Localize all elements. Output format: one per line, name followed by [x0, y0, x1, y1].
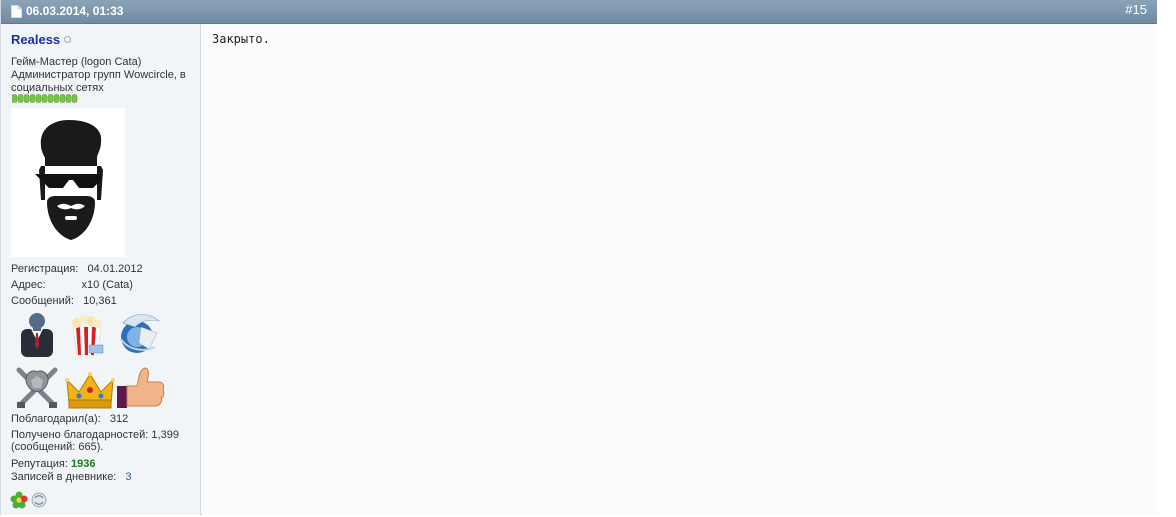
reputation-value: 1936 [70, 458, 96, 470]
skype-icon[interactable] [30, 491, 48, 509]
received-thanks-row: Получено благодарностей: 1,399 (сообщени… [11, 429, 179, 453]
post-icon [11, 5, 22, 18]
thanked-row: Поблагодарил(а): 312 [11, 413, 129, 425]
diary-count-link[interactable]: 3 [126, 471, 132, 483]
message-text: Закрыто. [212, 32, 270, 46]
wow-cataclysm-award-icon[interactable] [115, 309, 163, 357]
user-avatar[interactable] [11, 108, 125, 257]
posts-row: Сообщений: 10,361 [11, 295, 117, 307]
suit-award-icon[interactable] [17, 311, 57, 357]
address-row: Адрес: x10 (Cata) [11, 279, 133, 291]
crossed-swords-award-icon[interactable] [13, 364, 61, 412]
bearded-man-avatar-icon [35, 120, 103, 240]
offline-status-icon [64, 36, 71, 43]
crown-award-icon[interactable] [65, 370, 115, 410]
reputation-row: Репутация: 1936 [11, 458, 96, 470]
forum-post: 06.03.2014, 01:33 #15 Realess Гейм-Масте… [0, 0, 1157, 515]
post-header: 06.03.2014, 01:33 #15 [1, 0, 1157, 24]
registration-row: Регистрация: 04.01.2012 [11, 263, 143, 275]
icq-icon[interactable] [10, 491, 28, 509]
user-title: Гейм-Мастер (logon Cata) Администратор г… [11, 56, 186, 94]
post-message: Закрыто. [202, 24, 1157, 515]
post-date: 06.03.2014, 01:33 [26, 4, 124, 18]
username-link[interactable]: Realess [11, 32, 60, 47]
popcorn-award-icon[interactable] [67, 311, 107, 357]
diary-row: Записей в дневнике: 3 [11, 471, 132, 483]
thumbs-up-award-icon[interactable] [115, 362, 165, 412]
post-number-link[interactable]: #15 [1125, 2, 1147, 17]
user-sidebar: Realess Гейм-Мастер (logon Cata) Админис… [1, 24, 201, 515]
reputation-bar-icon [12, 94, 78, 103]
